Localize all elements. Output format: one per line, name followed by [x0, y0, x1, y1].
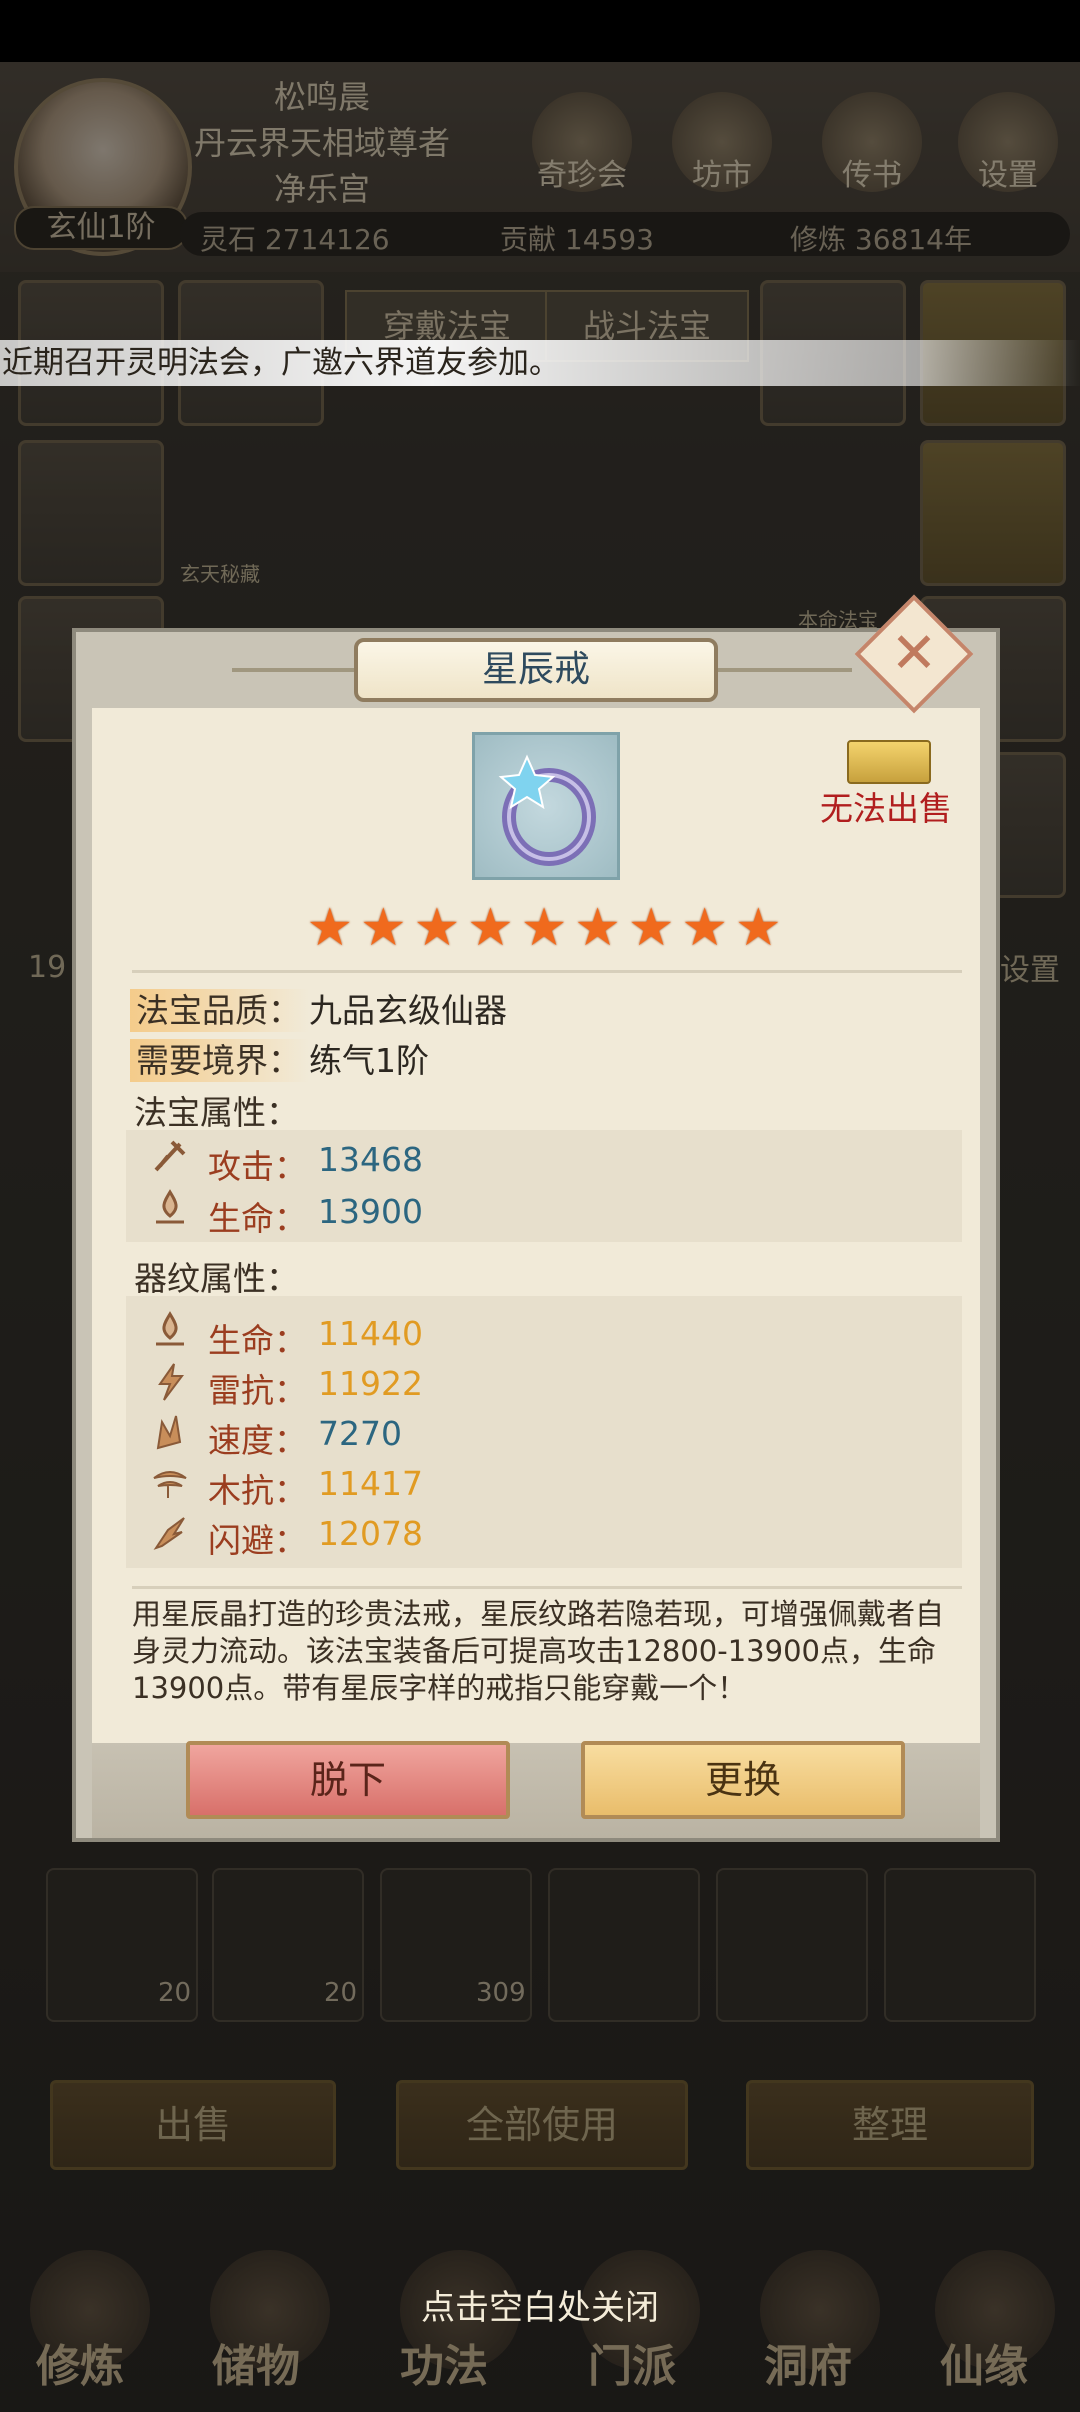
title-ornament: [232, 668, 362, 672]
quality-label: 法宝品质：: [130, 989, 309, 1032]
broadcast-banner: 近期召开灵明法会，广邀六界道友参加。: [0, 340, 1080, 386]
quality-row: 法宝品质： 九品玄级仙器: [130, 984, 507, 1032]
no-sell-icon: [847, 740, 931, 784]
star-icon: ★: [627, 898, 675, 958]
replace-button[interactable]: 更换: [581, 1741, 905, 1819]
star-icon: ★: [360, 898, 407, 958]
unequip-button[interactable]: 脱下: [186, 1741, 510, 1819]
attr-name: 生命：: [208, 1321, 307, 1360]
life-icon: [150, 1310, 190, 1354]
divider: [132, 970, 962, 973]
attr-name: 木抗：: [208, 1471, 307, 1510]
attr-name: 生命：: [208, 1199, 307, 1238]
item-description: 用星辰晶打造的珍贵法戒，星辰纹路若隐若现，可增强佩戴者自身灵力流动。该法宝装备后…: [132, 1597, 945, 1705]
item-title: 星辰戒: [354, 638, 718, 702]
attack-value: 13468: [318, 1140, 423, 1179]
speed-icon: [150, 1412, 190, 1456]
star-icon: ★: [520, 898, 568, 958]
star-icon: ★: [734, 898, 782, 958]
thunder-resist-value: 11922: [318, 1364, 423, 1403]
ring-icon: [498, 754, 596, 866]
wood-resist-value: 11417: [318, 1464, 423, 1503]
speed-value: 7270: [318, 1414, 402, 1453]
realm-value: 练气1阶: [309, 1041, 429, 1080]
star-icon: ★: [306, 898, 354, 958]
cannot-sell-label: 无法出售: [820, 789, 952, 828]
attr-name: 速度：: [208, 1421, 307, 1460]
star-icon: ★: [467, 898, 514, 958]
title-ornament: [712, 668, 852, 672]
divider: [132, 1586, 962, 1589]
attr-name: 雷抗：: [208, 1371, 307, 1410]
attack-icon: [150, 1136, 190, 1180]
attr-name: 闪避：: [208, 1521, 307, 1560]
realm-label: 需要境界：: [130, 1039, 309, 1082]
star-icon: ★: [681, 898, 729, 958]
wood-resist-icon: [150, 1462, 190, 1506]
star-icon: ★: [574, 898, 621, 958]
dodge-icon: [150, 1512, 190, 1556]
quality-value: 九品玄级仙器: [309, 991, 507, 1030]
life-icon: [150, 1188, 190, 1232]
star-icon: ★: [413, 898, 461, 958]
close-hint: 点击空白处关闭: [421, 2288, 659, 2328]
attr-name: 攻击：: [208, 1147, 307, 1186]
rune-section-title: 器纹属性：: [134, 1259, 299, 1298]
base-section-title: 法宝属性：: [134, 1093, 299, 1132]
dodge-value: 12078: [318, 1514, 423, 1553]
realm-row: 需要境界： 练气1阶: [130, 1034, 429, 1082]
star-rating: ★ ★ ★ ★ ★ ★ ★ ★ ★: [304, 902, 784, 954]
rune-life-value: 11440: [318, 1314, 423, 1353]
thunder-resist-icon: [150, 1362, 190, 1406]
life-value: 13900: [318, 1192, 423, 1231]
close-icon[interactable]: ✕: [880, 620, 948, 688]
item-icon: [472, 732, 620, 880]
